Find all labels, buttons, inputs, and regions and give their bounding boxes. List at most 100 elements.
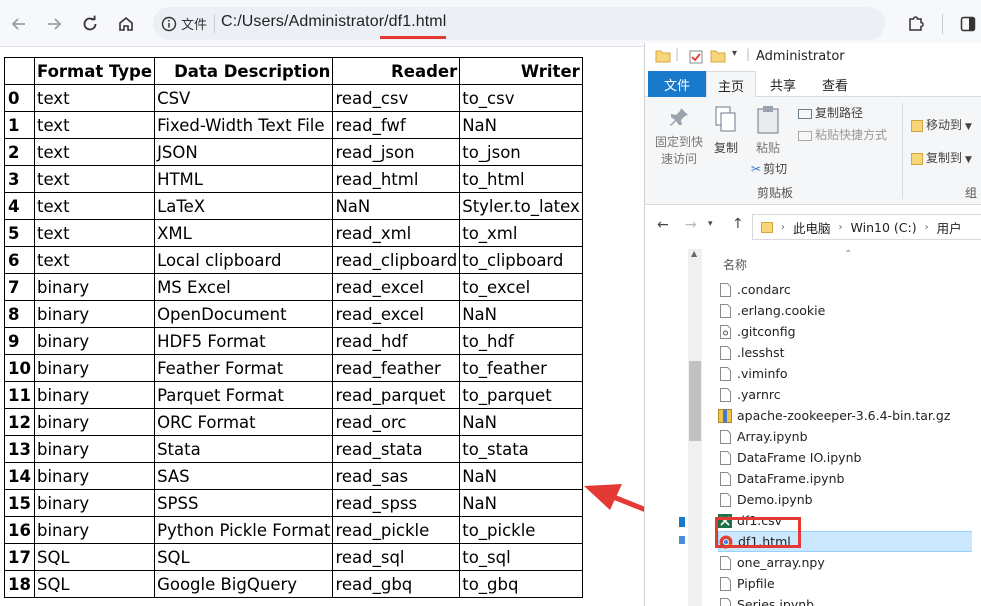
config-file-icon xyxy=(718,324,732,340)
table-row: 1textFixed-Width Text Fileread_fwfNaN xyxy=(5,112,583,139)
copy-path-icon xyxy=(798,109,812,119)
cell-reader: read_clipboard xyxy=(333,247,460,274)
cut-button[interactable]: ✂剪切 xyxy=(751,161,787,178)
copy-button[interactable]: 复制 xyxy=(709,105,743,157)
reload-icon xyxy=(81,15,99,33)
file-list-scrollbar[interactable] xyxy=(972,249,981,606)
new-folder-icon[interactable] xyxy=(710,49,726,63)
table-body: 0textCSVread_csvto_csv1textFixed-Width T… xyxy=(5,85,583,598)
site-info-chip[interactable]: 文件 xyxy=(161,13,207,34)
breadcrumb-drive[interactable]: Win10 (C:) xyxy=(851,220,917,235)
table-row: 5textXMLread_xmlto_xml xyxy=(5,220,583,247)
reload-button[interactable] xyxy=(75,9,105,39)
file-item[interactable]: one_array.npy xyxy=(718,552,980,573)
file-item[interactable]: .gitconfig xyxy=(718,321,980,342)
file-list-area: ▲ ⌃ 名称 .condarc.erlang.cookie.gitconfig.… xyxy=(645,249,981,606)
forward-button[interactable] xyxy=(39,9,69,39)
explorer-address-box[interactable]: › 此电脑 › Win10 (C:) › 用户 xyxy=(752,214,981,240)
ribbon-tabs: 文件 主页 共享 查看 xyxy=(645,71,981,97)
network-marker-icon xyxy=(679,536,685,544)
cell-format-type: binary xyxy=(34,382,154,409)
cell-reader: read_hdf xyxy=(333,328,460,355)
back-button[interactable] xyxy=(4,9,34,39)
copy-path-button[interactable]: 复制路径 xyxy=(798,105,863,122)
file-item[interactable]: .lesshst xyxy=(718,342,980,363)
table-row: 3textHTMLread_htmlto_html xyxy=(5,166,583,193)
side-panel-button[interactable] xyxy=(954,10,981,38)
row-index: 11 xyxy=(5,382,35,409)
column-header-name[interactable]: 名称 xyxy=(723,256,747,273)
file-item[interactable]: DataFrame.ipynb xyxy=(718,468,980,489)
cell-writer: to_feather xyxy=(460,355,583,382)
blank-file-icon xyxy=(718,492,732,508)
nav-pane-scroll-thumb[interactable] xyxy=(689,361,701,441)
scissors-icon: ✂ xyxy=(751,162,761,176)
header-index xyxy=(5,58,35,85)
file-item-name: Pipfile xyxy=(737,576,775,591)
copy-to-button[interactable]: 复制到▼ xyxy=(911,150,972,169)
row-index: 6 xyxy=(5,247,35,274)
cell-reader: read_sas xyxy=(333,463,460,490)
cell-data-description: XML xyxy=(155,220,333,247)
paste-shortcut-button[interactable]: 粘贴快捷方式 xyxy=(798,127,887,144)
move-to-button[interactable]: 移动到▼ xyxy=(911,117,972,136)
table-row: 7binaryMS Excelread_excelto_excel xyxy=(5,274,583,301)
file-item[interactable]: apache-zookeeper-3.6.4-bin.tar.gz xyxy=(718,405,980,426)
cell-reader: read_sql xyxy=(333,544,460,571)
cell-data-description: Local clipboard xyxy=(155,247,333,274)
cell-data-description: HTML xyxy=(155,166,333,193)
home-button[interactable] xyxy=(111,9,141,39)
file-item[interactable]: Series.ipynb xyxy=(718,594,980,606)
breadcrumb-users[interactable]: 用户 xyxy=(937,218,962,237)
file-item-name: Demo.ipynb xyxy=(737,492,813,507)
properties-check-icon[interactable] xyxy=(688,49,704,65)
clipboard-group-label: 剪贴板 xyxy=(757,184,793,201)
cell-format-type: text xyxy=(34,112,154,139)
cell-writer: NaN xyxy=(460,463,583,490)
file-item[interactable]: Array.ipynb xyxy=(718,426,980,447)
up-nav-icon[interactable]: ↑ xyxy=(732,216,744,232)
address-bar[interactable]: 文件 C:/Users/Administrator/df1.html xyxy=(153,7,885,40)
quick-access-dropdown-icon[interactable]: ▾ xyxy=(732,48,737,59)
file-item[interactable]: .erlang.cookie xyxy=(718,300,980,321)
forward-nav-icon[interactable]: → xyxy=(685,217,697,233)
nav-scroll-up-icon[interactable]: ▲ xyxy=(691,249,697,258)
tab-view[interactable]: 查看 xyxy=(815,71,855,97)
header-format-type: Format Type xyxy=(34,58,154,85)
tab-share[interactable]: 共享 xyxy=(763,71,803,97)
history-dropdown-icon[interactable]: ▾ xyxy=(708,219,713,229)
cell-data-description: CSV xyxy=(155,85,333,112)
screen: 文件 C:/Users/Administrator/df1.html Forma… xyxy=(0,0,981,606)
file-item-name: .gitconfig xyxy=(737,324,796,339)
cell-writer: to_json xyxy=(460,139,583,166)
paste-button[interactable]: 粘贴 xyxy=(751,105,785,157)
table-header-row: Format Type Data Description Reader Writ… xyxy=(5,58,583,85)
file-item[interactable]: Pipfile xyxy=(718,573,980,594)
breadcrumb-this-pc[interactable]: 此电脑 xyxy=(793,218,831,237)
cell-data-description: SAS xyxy=(155,463,333,490)
cell-writer: to_parquet xyxy=(460,382,583,409)
row-index: 1 xyxy=(5,112,35,139)
table-row: 11binaryParquet Formatread_parquetto_par… xyxy=(5,382,583,409)
breadcrumb-chevron-icon: › xyxy=(925,222,929,233)
back-nav-icon[interactable]: ← xyxy=(657,217,669,233)
extensions-button[interactable] xyxy=(902,9,930,37)
home-icon xyxy=(117,15,135,33)
cell-format-type: binary xyxy=(34,517,154,544)
url-text[interactable]: C:/Users/Administrator/df1.html xyxy=(221,13,446,31)
table-row: 18SQLGoogle BigQueryread_gbqto_gbq xyxy=(5,571,583,598)
file-item[interactable]: DataFrame IO.ipynb xyxy=(718,447,980,468)
cell-data-description: JSON xyxy=(155,139,333,166)
file-item[interactable]: Demo.ipynb xyxy=(718,489,980,510)
tab-file[interactable]: 文件 xyxy=(648,71,706,97)
row-index: 16 xyxy=(5,517,35,544)
cell-data-description: Google BigQuery xyxy=(155,571,333,598)
cell-reader: read_html xyxy=(333,166,460,193)
nav-pane-scrollbar[interactable] xyxy=(688,249,702,606)
file-item[interactable]: .condarc xyxy=(718,279,980,300)
cell-writer: Styler.to_latex xyxy=(460,193,583,220)
pin-quick-access-button[interactable]: 固定到快 速访问 xyxy=(653,105,705,168)
file-item[interactable]: .viminfo xyxy=(718,363,980,384)
tab-home[interactable]: 主页 xyxy=(706,71,756,98)
file-item[interactable]: .yarnrc xyxy=(718,384,980,405)
